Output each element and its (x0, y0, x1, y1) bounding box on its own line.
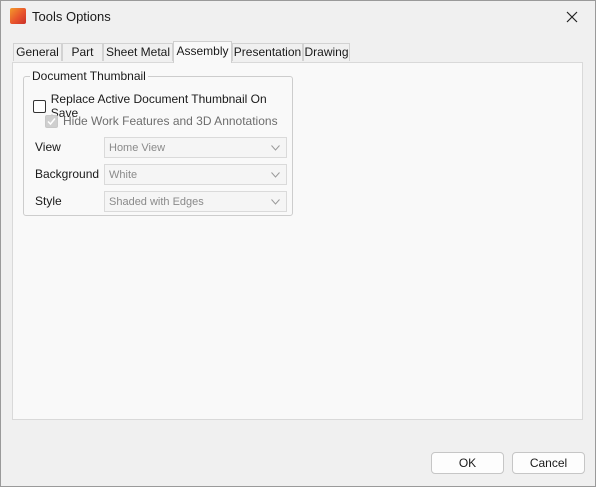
view-label: View (35, 140, 61, 154)
tools-options-dialog: Tools Options General Part Sheet Metal A… (0, 0, 596, 487)
style-value: Shaded with Edges (109, 195, 204, 208)
document-thumbnail-group: Document Thumbnail Replace Active Docume… (23, 69, 293, 216)
checkmark-icon (47, 117, 56, 125)
tab-assembly[interactable]: Assembly (173, 41, 232, 63)
hide-work-features-checkbox (45, 114, 58, 128)
background-dropdown[interactable]: White (104, 164, 287, 185)
ok-button[interactable]: OK (431, 452, 504, 474)
cancel-button[interactable]: Cancel (512, 452, 585, 474)
style-dropdown[interactable]: Shaded with Edges (104, 191, 287, 212)
tab-sheet-metal[interactable]: Sheet Metal (103, 43, 173, 61)
background-label: Background (35, 167, 100, 181)
close-icon (566, 11, 578, 22)
close-button[interactable] (549, 1, 595, 32)
chevron-down-icon (271, 144, 280, 151)
tab-presentation[interactable]: Presentation (232, 43, 303, 61)
replace-thumbnail-checkbox[interactable] (33, 99, 46, 113)
tab-drawing[interactable]: Drawing (303, 43, 350, 61)
hide-work-features-label: Hide Work Features and 3D Annotations (63, 114, 278, 128)
app-logo-icon (10, 8, 26, 24)
view-dropdown[interactable]: Home View (104, 137, 287, 158)
chevron-down-icon (271, 198, 280, 205)
assembly-tab-panel: Document Thumbnail Replace Active Docume… (12, 62, 583, 420)
view-value: Home View (109, 141, 166, 154)
hide-work-features-checkbox-row: Hide Work Features and 3D Annotations (45, 114, 278, 128)
chevron-down-icon (271, 171, 280, 178)
background-value: White (109, 168, 138, 181)
tab-general[interactable]: General (13, 43, 62, 61)
window-title: Tools Options (32, 9, 111, 24)
tab-part[interactable]: Part (62, 43, 103, 61)
group-title: Document Thumbnail (30, 69, 148, 83)
style-label: Style (35, 194, 62, 208)
title-bar: Tools Options (1, 1, 595, 32)
